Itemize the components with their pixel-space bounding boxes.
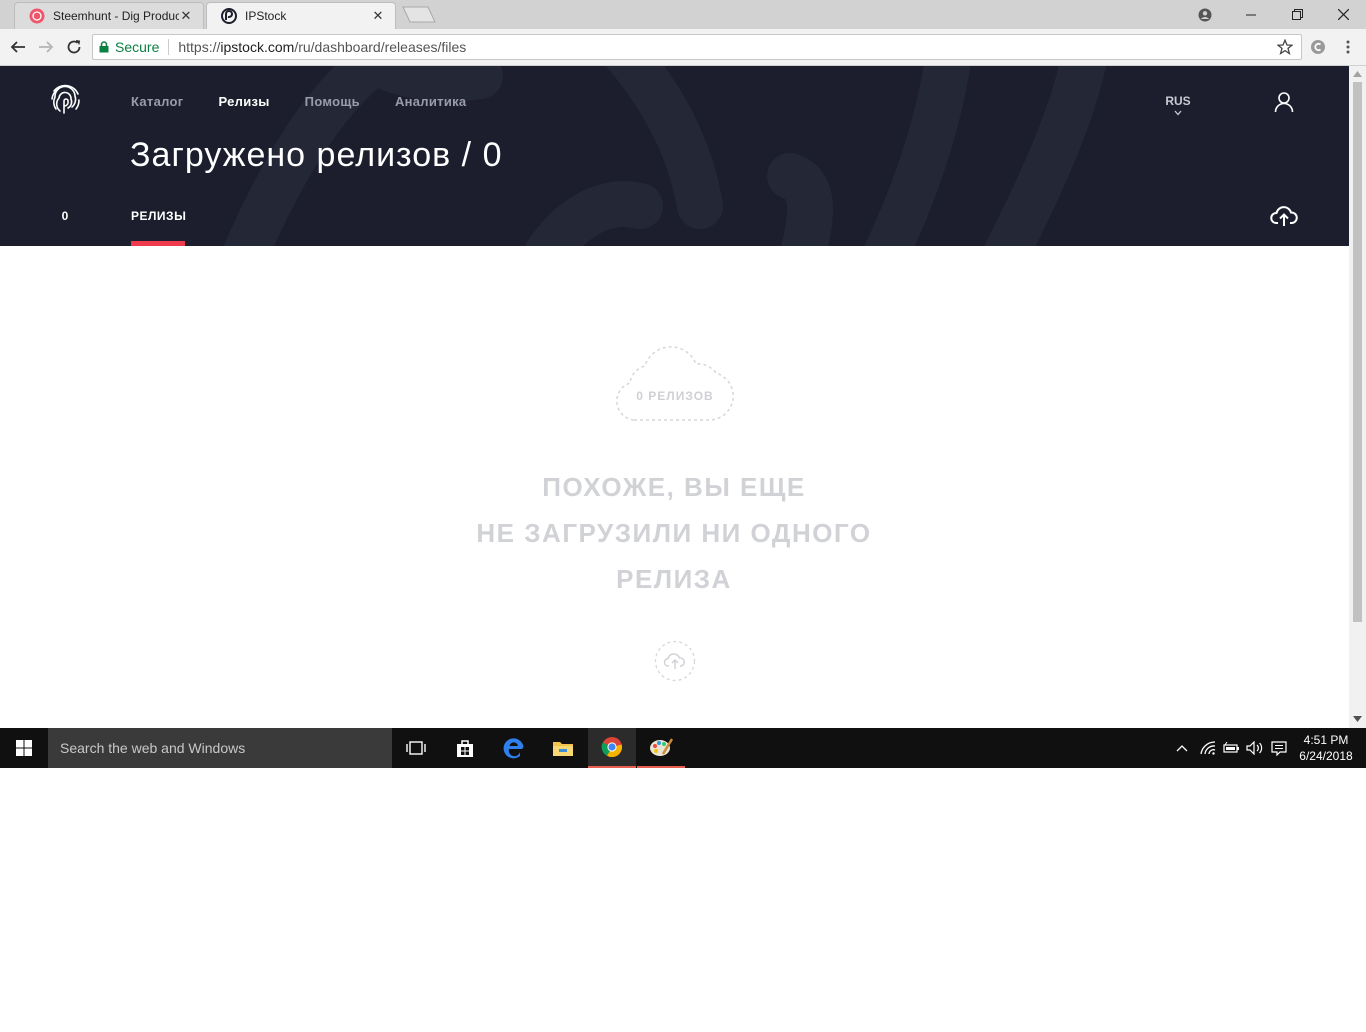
clock-time: 4:51 PM	[1303, 733, 1349, 747]
close-tab-icon[interactable]: ✕	[179, 8, 193, 24]
back-button[interactable]	[8, 37, 28, 57]
scroll-up-icon[interactable]	[1353, 69, 1362, 79]
browser-toolbar: Secure https:// ipstock.com /ru/dashboar…	[0, 29, 1366, 66]
language-label: RUS	[1165, 94, 1191, 108]
nav-link-releases[interactable]: Релизы	[218, 94, 269, 109]
forward-button[interactable]	[36, 37, 56, 57]
arrow-left-icon	[10, 41, 25, 53]
tab-releases[interactable]: РЕЛИЗЫ	[131, 209, 186, 223]
network-wifi-icon[interactable]	[1198, 728, 1218, 768]
windows-taskbar: Search the web and Windows 4:51 PM 6/24/…	[0, 728, 1366, 768]
task-view-icon[interactable]	[392, 728, 440, 768]
empty-releases-cloud-icon	[616, 346, 734, 421]
secure-label: Secure	[115, 39, 160, 55]
bookmark-star-icon[interactable]	[1277, 39, 1293, 55]
extension-icon[interactable]	[1308, 37, 1328, 57]
profile-icon[interactable]	[1182, 0, 1228, 29]
empty-state-message: ПОХОЖЕ, ВЫ ЕЩЕ НЕ ЗАГРУЗИЛИ НИ ОДНОГО РЕ…	[424, 464, 924, 602]
omnibox-divider	[168, 39, 170, 55]
windows-logo-icon	[16, 740, 32, 756]
close-window-button[interactable]	[1320, 0, 1366, 29]
dashboard-header: Каталог Релизы Помощь Аналитика RUS Загр…	[0, 66, 1349, 246]
url-host: ipstock.com	[220, 39, 295, 55]
page-scrollbar[interactable]	[1349, 66, 1366, 728]
file-explorer-icon[interactable]	[539, 728, 587, 768]
steemhunt-favicon-icon	[29, 8, 45, 24]
url-scheme: https://	[178, 39, 221, 55]
scrollbar-thumb[interactable]	[1353, 82, 1362, 622]
nav-link-catalog[interactable]: Каталог	[131, 94, 183, 109]
empty-message-line: РЕЛИЗА	[616, 564, 732, 594]
browser-tab-ipstock[interactable]: IPStock ✕	[206, 2, 396, 29]
page-title: Загружено релизов / 0	[130, 136, 503, 174]
language-selector[interactable]: RUS	[1162, 94, 1194, 116]
upload-release-button[interactable]	[654, 640, 696, 682]
empty-message-line: ПОХОЖЕ, ВЫ ЕЩЕ	[542, 472, 806, 502]
start-button[interactable]	[0, 728, 48, 768]
browser-tab-strip: Steemhunt - Dig Product ✕ IPStock ✕	[0, 0, 1366, 29]
user-account-icon[interactable]	[1272, 90, 1296, 114]
browser-tab-steemhunt[interactable]: Steemhunt - Dig Product ✕	[14, 2, 204, 29]
clock-date: 6/24/2018	[1299, 749, 1353, 763]
ipstock-favicon-icon	[221, 8, 237, 24]
taskbar-search-box[interactable]: Search the web and Windows	[48, 728, 392, 768]
nav-link-help[interactable]: Помощь	[305, 94, 360, 109]
page-viewport: Каталог Релизы Помощь Аналитика RUS Загр…	[0, 66, 1349, 728]
store-icon[interactable]	[441, 728, 489, 768]
edge-icon[interactable]	[490, 728, 538, 768]
address-bar[interactable]: Secure https:// ipstock.com /ru/dashboar…	[92, 34, 1302, 60]
nav-link-analytics[interactable]: Аналитика	[395, 94, 467, 109]
minimize-window-button[interactable]	[1228, 0, 1274, 29]
url-path: /ru/dashboard/releases/files	[294, 39, 467, 55]
main-nav: Каталог Релизы Помощь Аналитика	[131, 94, 466, 109]
chevron-down-icon	[1174, 110, 1182, 116]
volume-speaker-icon[interactable]	[1244, 728, 1266, 768]
tab-title: IPStock	[245, 9, 287, 23]
scroll-down-icon[interactable]	[1353, 714, 1362, 724]
release-counter: 0	[61, 209, 69, 223]
empty-releases-count: 0 РЕЛИЗОВ	[636, 389, 714, 403]
active-tab-indicator	[131, 241, 185, 246]
ipstock-fingerprint-logo-icon[interactable]	[48, 82, 82, 116]
arrow-right-icon	[39, 41, 54, 53]
system-clock[interactable]: 4:51 PM 6/24/2018	[1290, 732, 1362, 764]
new-tab-button[interactable]	[402, 6, 436, 23]
lock-icon	[99, 41, 109, 53]
reload-icon	[67, 40, 81, 54]
chrome-menu-icon[interactable]	[1338, 37, 1358, 57]
paint-icon[interactable]	[637, 728, 685, 768]
cloud-upload-icon[interactable]	[1270, 204, 1298, 228]
battery-icon[interactable]	[1220, 728, 1242, 768]
close-tab-icon[interactable]: ✕	[371, 8, 385, 24]
show-hidden-icons-chevron-up-icon[interactable]	[1172, 728, 1192, 768]
reload-button[interactable]	[64, 37, 84, 57]
restore-window-button[interactable]	[1274, 0, 1320, 29]
empty-message-line: НЕ ЗАГРУЗИЛИ НИ ОДНОГО	[476, 518, 872, 548]
chrome-icon[interactable]	[588, 728, 636, 768]
tab-title: Steemhunt - Dig Product	[53, 9, 179, 23]
action-center-notifications-icon[interactable]	[1268, 728, 1290, 768]
